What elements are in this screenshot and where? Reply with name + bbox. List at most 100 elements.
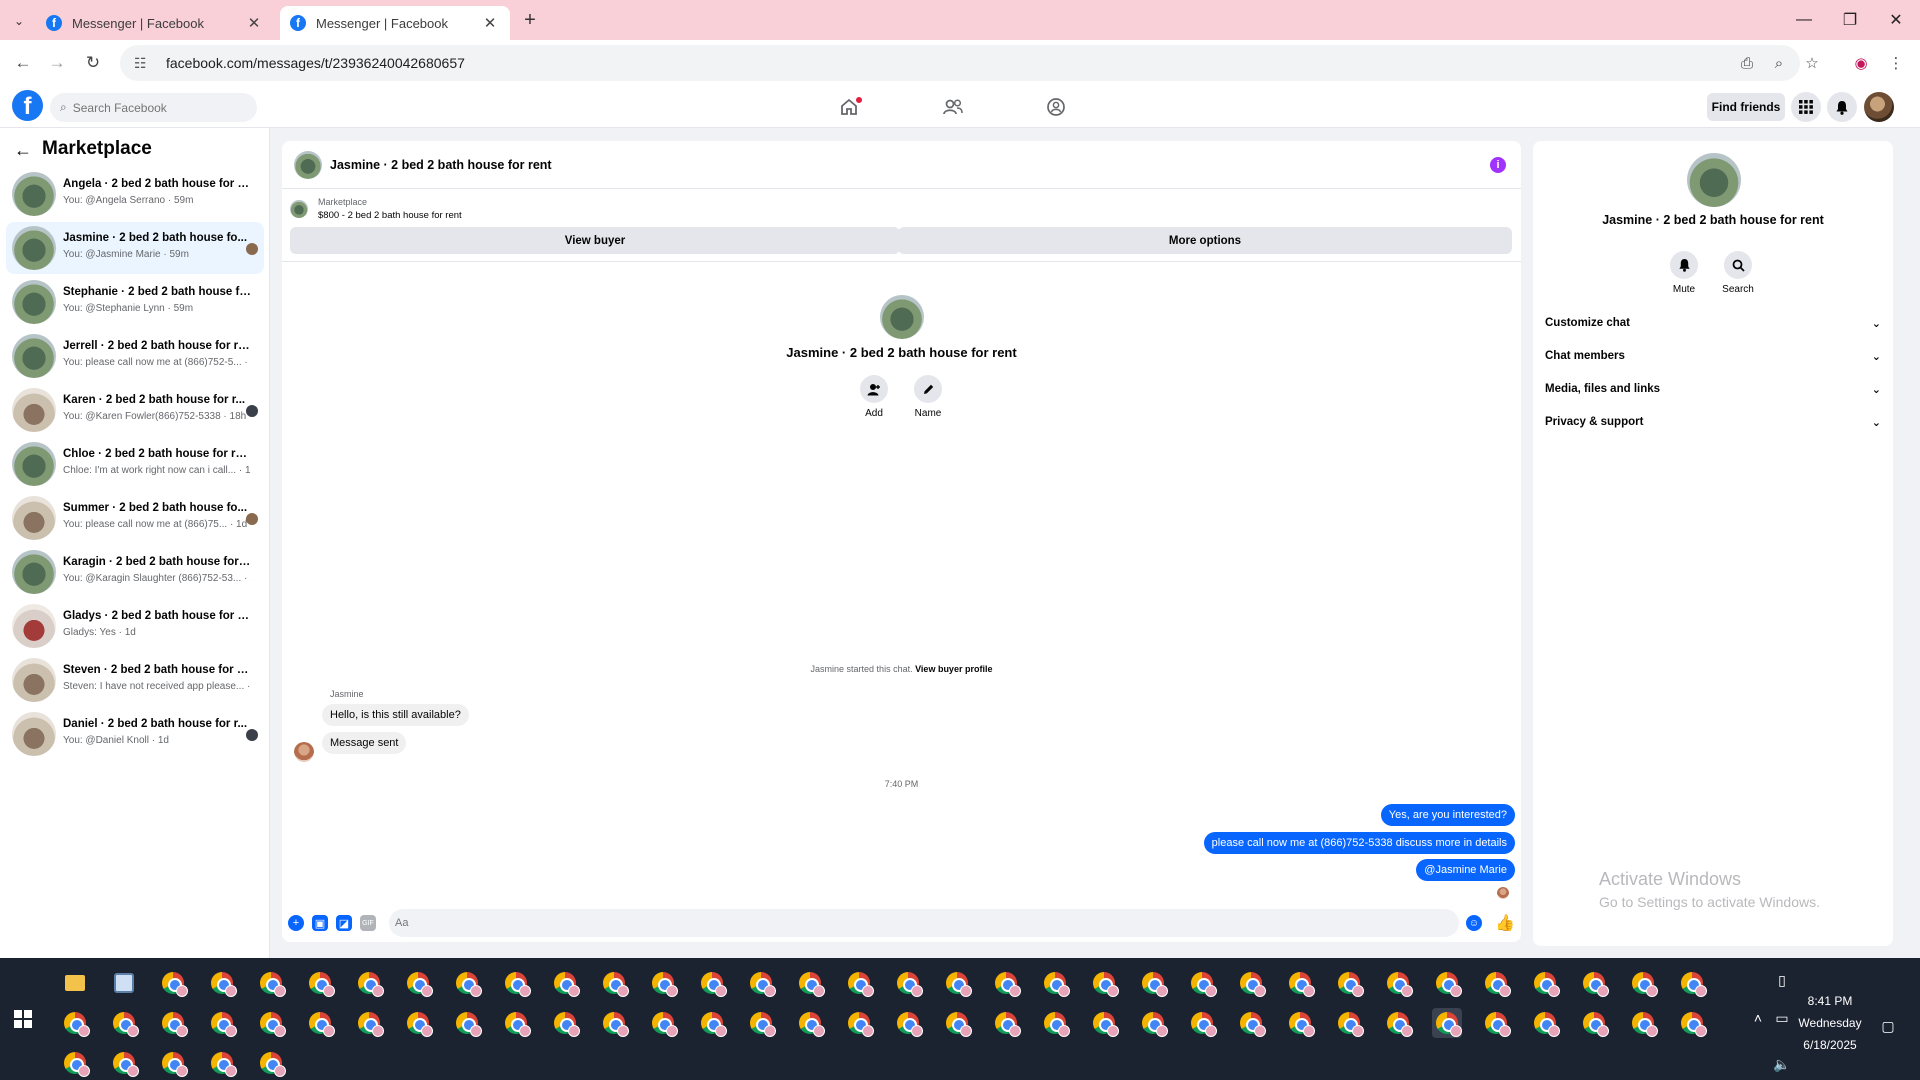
minimize-button[interactable]: — bbox=[1782, 6, 1826, 34]
chrome-profile-icon[interactable] bbox=[403, 968, 433, 998]
name-button[interactable]: Name bbox=[898, 375, 958, 419]
file-explorer-icon[interactable] bbox=[60, 968, 90, 998]
chrome-profile-icon[interactable] bbox=[550, 968, 580, 998]
browser-tab-1[interactable]: f Messenger | Facebook ✕ bbox=[36, 6, 274, 40]
chrome-profile-icon[interactable] bbox=[1285, 1008, 1315, 1038]
chrome-profile-icon[interactable] bbox=[795, 1008, 825, 1038]
chrome-profile-icon[interactable] bbox=[452, 1008, 482, 1038]
chrome-profile-icon[interactable] bbox=[1530, 968, 1560, 998]
chrome-profile-icon[interactable] bbox=[1530, 1008, 1560, 1038]
new-tab-button[interactable]: + bbox=[518, 8, 542, 32]
chrome-profile-icon[interactable] bbox=[1138, 1008, 1168, 1038]
action-center-icon[interactable]: ▢ bbox=[1878, 1016, 1898, 1036]
chrome-profile-icon[interactable] bbox=[1285, 968, 1315, 998]
chrome-profile-icon[interactable] bbox=[1432, 968, 1462, 998]
chrome-profile-icon[interactable] bbox=[746, 1008, 776, 1038]
media-files-links-section[interactable]: Media, files and links ⌄ bbox=[1545, 379, 1881, 399]
chrome-profile-icon[interactable] bbox=[648, 968, 678, 998]
chrome-profile-icon[interactable] bbox=[109, 1008, 139, 1038]
chrome-profile-icon[interactable] bbox=[158, 1048, 188, 1078]
photo-icon[interactable]: ▣ bbox=[312, 915, 328, 931]
chrome-profile-icon[interactable] bbox=[599, 968, 629, 998]
back-arrow-icon[interactable]: ← bbox=[14, 140, 32, 161]
chrome-profile-icon[interactable] bbox=[893, 968, 923, 998]
conversation-item[interactable]: Chloe · 2 bed 2 bath house for rent Chlo… bbox=[6, 438, 264, 490]
address-bar[interactable]: ☷ facebook.com/messages/t/23936240042680… bbox=[120, 45, 1800, 81]
thumbs-up-icon[interactable]: 👍 bbox=[1495, 914, 1515, 932]
chrome-profile-icon[interactable] bbox=[501, 1008, 531, 1038]
plus-icon[interactable]: + bbox=[288, 915, 304, 931]
chrome-profile-icon[interactable] bbox=[256, 968, 286, 998]
chrome-profile-icon[interactable] bbox=[1383, 1008, 1413, 1038]
volume-icon[interactable]: 🔈 bbox=[1772, 1054, 1792, 1074]
chrome-profile-icon[interactable] bbox=[1579, 968, 1609, 998]
chrome-profile-icon[interactable] bbox=[1236, 1008, 1266, 1038]
facebook-logo-icon[interactable]: f bbox=[12, 90, 43, 121]
conversation-item-selected[interactable]: Jasmine · 2 bed 2 bath house fo... You: … bbox=[6, 222, 264, 274]
chrome-profile-icon[interactable] bbox=[1040, 968, 1070, 998]
chrome-profile-icon[interactable] bbox=[158, 1008, 188, 1038]
chrome-profile-icon[interactable] bbox=[893, 1008, 923, 1038]
back-button[interactable]: ← bbox=[8, 48, 38, 78]
close-window-button[interactable]: ✕ bbox=[1874, 6, 1918, 34]
chrome-profile-icon[interactable] bbox=[256, 1008, 286, 1038]
chrome-profile-icon[interactable] bbox=[1481, 1008, 1511, 1038]
message-input-wrapper[interactable] bbox=[389, 909, 1459, 937]
privacy-support-section[interactable]: Privacy & support ⌄ bbox=[1545, 412, 1881, 432]
chrome-profile-icon[interactable] bbox=[1138, 968, 1168, 998]
chrome-profile-icon[interactable] bbox=[1628, 968, 1658, 998]
zoom-icon[interactable]: ⌕ bbox=[1766, 50, 1792, 76]
chrome-profile-icon[interactable] bbox=[599, 1008, 629, 1038]
chrome-profile-icon[interactable] bbox=[1432, 1008, 1462, 1038]
conversation-item[interactable]: Summer · 2 bed 2 bath house fo... You: p… bbox=[6, 492, 264, 544]
chrome-profile-icon[interactable] bbox=[697, 1008, 727, 1038]
conversation-item[interactable]: Jerrell · 2 bed 2 bath house for rent Yo… bbox=[6, 330, 264, 382]
chrome-profile-icon[interactable] bbox=[354, 968, 384, 998]
account-avatar[interactable] bbox=[1864, 92, 1894, 122]
sender-avatar[interactable] bbox=[294, 742, 314, 762]
more-options-button[interactable]: More options bbox=[898, 227, 1512, 254]
browser-menu-icon[interactable]: ⋮ bbox=[1883, 50, 1909, 76]
chrome-profile-icon[interactable] bbox=[942, 1008, 972, 1038]
chrome-profile-icon[interactable] bbox=[1040, 1008, 1070, 1038]
chrome-profile-icon[interactable] bbox=[991, 1008, 1021, 1038]
message-input[interactable] bbox=[395, 917, 1395, 929]
outgoing-message[interactable]: please call now me at (866)752-5338 disc… bbox=[1203, 832, 1515, 854]
chrome-profile-icon[interactable] bbox=[158, 968, 188, 998]
conversation-item[interactable]: Karen · 2 bed 2 bath house for r... You:… bbox=[6, 384, 264, 436]
chrome-profile-icon[interactable] bbox=[746, 968, 776, 998]
chat-title[interactable]: Jasmine · 2 bed 2 bath house for rent bbox=[330, 158, 552, 172]
facebook-search[interactable]: ⌕ bbox=[50, 93, 257, 122]
notifications-bell-icon[interactable] bbox=[1827, 92, 1857, 122]
listing-title[interactable]: $800 - 2 bed 2 bath house for rent bbox=[318, 210, 462, 221]
browser-tab-2[interactable]: f Messenger | Facebook ✕ bbox=[280, 6, 510, 40]
customize-chat-section[interactable]: Customize chat ⌄ bbox=[1545, 313, 1881, 333]
chrome-profile-icon[interactable] bbox=[1481, 968, 1511, 998]
windows-start-icon[interactable] bbox=[14, 1010, 32, 1028]
gif-icon[interactable]: GIF bbox=[360, 915, 376, 931]
find-friends-button[interactable]: Find friends bbox=[1707, 93, 1785, 121]
chrome-profile-icon[interactable] bbox=[60, 1048, 90, 1078]
site-info-icon[interactable]: ☷ bbox=[134, 55, 154, 72]
chrome-profile-icon[interactable] bbox=[501, 968, 531, 998]
chrome-profile-icon[interactable] bbox=[1089, 968, 1119, 998]
chrome-profile-icon[interactable] bbox=[1383, 968, 1413, 998]
chrome-profile-icon[interactable] bbox=[1089, 1008, 1119, 1038]
tray-device-icon[interactable]: ▯ bbox=[1772, 970, 1792, 990]
view-buyer-button[interactable]: View buyer bbox=[290, 227, 900, 254]
view-buyer-profile-link[interactable]: View buyer profile bbox=[915, 664, 992, 674]
chat-members-section[interactable]: Chat members ⌄ bbox=[1545, 346, 1881, 366]
search-input[interactable] bbox=[72, 100, 243, 115]
search-button[interactable]: Search bbox=[1713, 251, 1763, 295]
chat-avatar[interactable] bbox=[294, 151, 322, 179]
chrome-profile-icon[interactable] bbox=[60, 1008, 90, 1038]
close-tab-icon[interactable]: ✕ bbox=[480, 14, 500, 32]
info-icon[interactable]: i bbox=[1490, 157, 1506, 173]
sticker-icon[interactable]: ◪ bbox=[336, 915, 352, 931]
chrome-profile-icon[interactable] bbox=[1187, 1008, 1217, 1038]
reload-button[interactable]: ↻ bbox=[78, 48, 108, 78]
chrome-profile-icon[interactable] bbox=[1334, 1008, 1364, 1038]
outgoing-message[interactable]: @Jasmine Marie bbox=[1416, 859, 1515, 881]
incoming-message[interactable]: Message sent bbox=[322, 732, 407, 754]
chrome-profile-icon[interactable] bbox=[305, 968, 335, 998]
